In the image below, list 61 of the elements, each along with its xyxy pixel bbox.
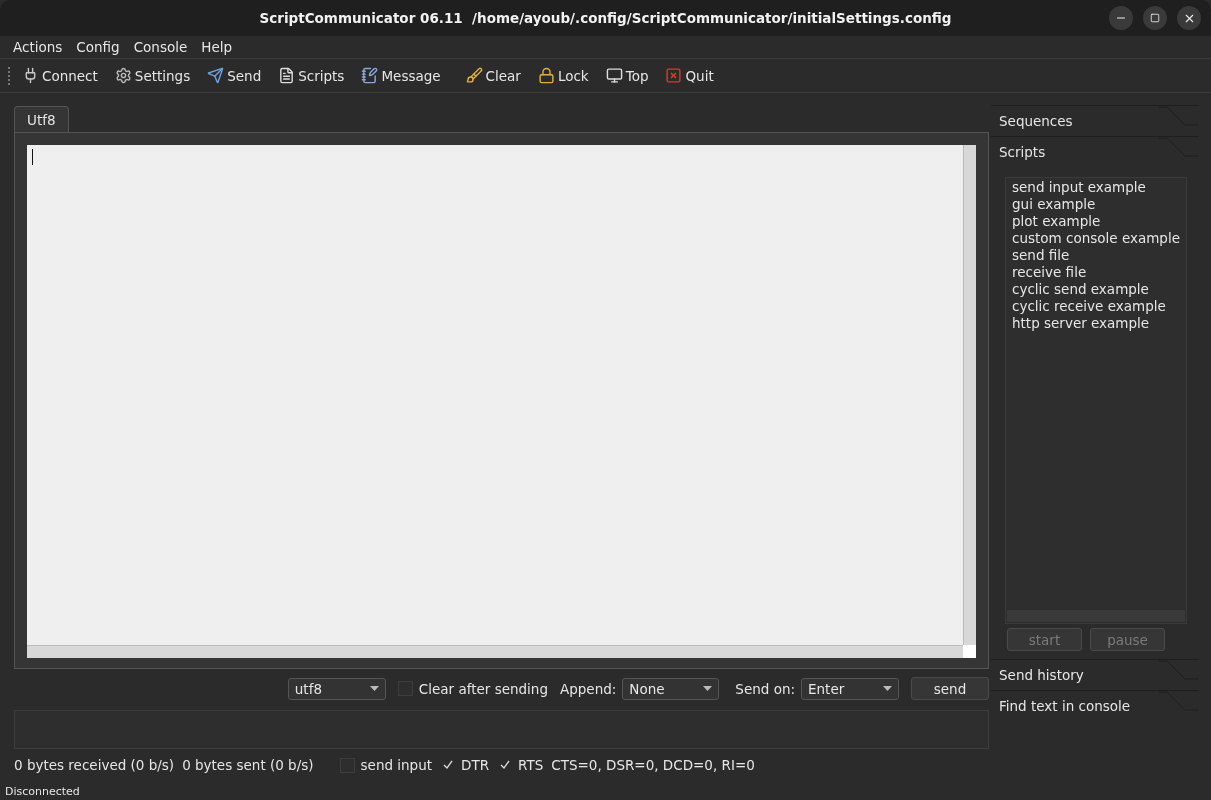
checkbox-label: DTR bbox=[461, 757, 490, 774]
text-cursor bbox=[32, 149, 33, 165]
script-list-item[interactable]: cyclic receive example bbox=[1012, 298, 1180, 315]
append-label: Append: bbox=[560, 680, 617, 697]
vertical-scrollbar[interactable] bbox=[963, 145, 976, 646]
menu-item[interactable]: Help bbox=[201, 39, 233, 55]
maximize-icon bbox=[1150, 13, 1160, 23]
dock-header[interactable]: Send history bbox=[991, 659, 1199, 690]
append-dropdown[interactable]: None bbox=[622, 677, 720, 700]
dropdown-arrow-icon bbox=[703, 686, 713, 692]
send-on-dropdown[interactable]: Enter bbox=[801, 677, 899, 700]
maximize-button[interactable] bbox=[1143, 6, 1167, 30]
toolbar-button[interactable]: Connect bbox=[22, 67, 107, 84]
toolbar-button[interactable]: Settings bbox=[114, 67, 200, 84]
toolbar-button[interactable]: Message bbox=[361, 67, 450, 84]
scrollbar-corner bbox=[963, 645, 976, 659]
script-list-item[interactable]: send file bbox=[1012, 247, 1180, 264]
window-title: ScriptCommunicator 06.11 /home/ayoub/.config/ScriptCommunicator/initialSettings.config bbox=[259, 10, 952, 26]
lock-icon bbox=[537, 67, 555, 84]
menu-item[interactable]: Config bbox=[76, 39, 120, 55]
toolbar-button[interactable]: Scripts bbox=[278, 67, 354, 84]
checkbox-label: send input bbox=[360, 757, 433, 774]
clear-icon bbox=[465, 67, 483, 84]
checkbox-label: Clear after sending bbox=[418, 680, 548, 697]
dock-header[interactable]: Scripts bbox=[991, 136, 1199, 167]
received-counter: 0 bytes received (0 b/s) bbox=[14, 757, 175, 774]
send-button[interactable]: send bbox=[911, 677, 989, 701]
toolbar-button[interactable]: Quit bbox=[665, 67, 723, 84]
status-bar-text: Disconnected bbox=[4, 783, 81, 800]
checkbox-label: RTS bbox=[518, 757, 544, 774]
script-list-item[interactable]: send input example bbox=[1012, 179, 1180, 196]
console-tab[interactable]: Utf8 bbox=[14, 106, 69, 132]
dropdown-arrow-icon bbox=[883, 686, 892, 692]
script-list-item[interactable]: plot example bbox=[1012, 213, 1180, 230]
toolbar-button[interactable]: Send bbox=[207, 67, 271, 84]
minimize-button[interactable] bbox=[1109, 6, 1133, 30]
close-button[interactable] bbox=[1177, 6, 1201, 30]
toolbar-button[interactable]: Top bbox=[605, 67, 658, 84]
toolbar-button[interactable]: Clear bbox=[465, 67, 530, 84]
settings-icon bbox=[114, 67, 132, 84]
script-list-item[interactable]: custom console example bbox=[1012, 230, 1180, 247]
dropdown-arrow-icon bbox=[369, 686, 379, 692]
top-icon bbox=[605, 67, 623, 84]
line-status: CTS=0, DSR=0, DCD=0, RI=0 bbox=[551, 757, 755, 774]
script-list-item[interactable]: receive file bbox=[1012, 264, 1180, 281]
sent-counter: 0 bytes sent (0 b/s) bbox=[182, 757, 314, 774]
dock-header[interactable]: Sequences bbox=[991, 105, 1199, 136]
send-icon bbox=[207, 67, 225, 84]
quit-icon bbox=[665, 67, 683, 84]
scripts-icon bbox=[278, 67, 296, 84]
horizontal-scrollbar[interactable] bbox=[27, 645, 963, 659]
menu-item[interactable]: Actions bbox=[13, 39, 63, 55]
script-list-item[interactable]: cyclic send example bbox=[1012, 281, 1180, 298]
toolbar-button[interactable]: Lock bbox=[537, 67, 598, 84]
format-dropdown[interactable]: utf8 bbox=[287, 677, 386, 700]
script-list-item[interactable]: http server example bbox=[1012, 315, 1180, 332]
message-icon bbox=[361, 67, 379, 84]
dock-header[interactable]: Find text in console bbox=[991, 690, 1199, 721]
send-on-label: Send on: bbox=[735, 680, 795, 697]
menu-item[interactable]: Console bbox=[133, 39, 188, 55]
script-list-item[interactable]: gui example bbox=[1012, 196, 1180, 213]
